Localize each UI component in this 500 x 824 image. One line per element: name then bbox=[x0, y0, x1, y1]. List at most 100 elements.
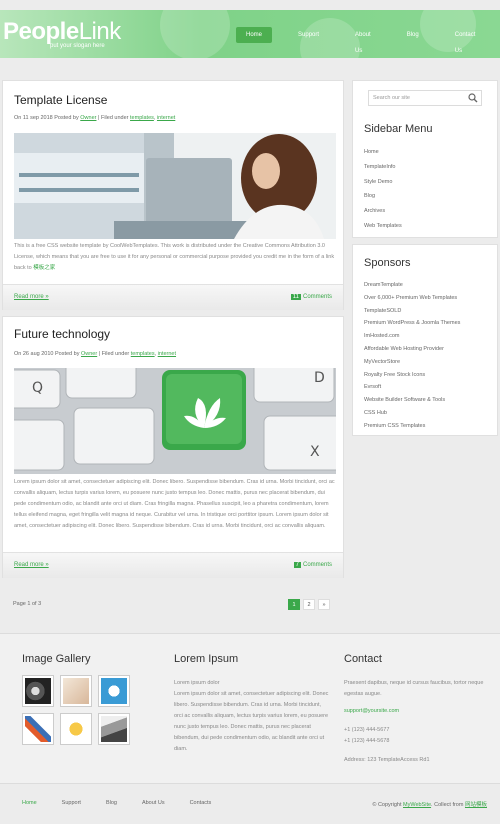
sponsor-name: Evrsoft bbox=[364, 384, 382, 391]
sponsor-item[interactable]: ImHosted.com Affordable Web Hosting Provi… bbox=[364, 330, 460, 356]
nav-blog[interactable]: Blog bbox=[397, 27, 429, 43]
lorem-text: Lorem ipsum dolor sit amet, consectetuer… bbox=[174, 691, 329, 752]
sidebar-item-archives[interactable]: Archives bbox=[364, 208, 402, 223]
read-more-link[interactable]: Read more » bbox=[14, 294, 49, 300]
pagination: 1 2 » bbox=[288, 599, 330, 610]
bottom-widgets: Image Gallery Lorem Ipsum Lorem ipsum do… bbox=[0, 633, 500, 783]
sponsor-desc: Over 6,000+ Premium Web Templates bbox=[364, 294, 458, 301]
tag-link[interactable]: internet bbox=[157, 115, 175, 121]
sponsor-name: ImHosted.com bbox=[364, 333, 400, 340]
site-slogan: put your slogan here bbox=[50, 43, 105, 49]
copyright-site-link[interactable]: MyWebSite bbox=[403, 802, 431, 808]
gallery-thumb[interactable] bbox=[60, 713, 92, 745]
comments-label: Comments bbox=[302, 294, 332, 300]
contact-address: Address: 123 TemplateAccess Rd1 bbox=[344, 757, 430, 763]
sponsor-item[interactable]: CSS Hub Premium CSS Templates bbox=[364, 407, 460, 433]
next-page-button[interactable]: » bbox=[318, 599, 330, 610]
footer-nav: Home Support Blog About Us Contacts bbox=[22, 800, 236, 806]
site-footer: Home Support Blog About Us Contacts © Co… bbox=[0, 783, 500, 824]
post-author-link[interactable]: Owner bbox=[81, 351, 97, 357]
read-more-link[interactable]: Read more » bbox=[14, 562, 49, 568]
header-bubble bbox=[160, 10, 230, 58]
page-2-button[interactable]: 2 bbox=[303, 599, 315, 610]
sponsor-name: CSS Hub bbox=[364, 409, 387, 416]
gallery-thumb[interactable] bbox=[98, 713, 130, 745]
sidebar-item-templateinfo[interactable]: TemplateInfo bbox=[364, 164, 402, 179]
sidebar-item-style-demo[interactable]: Style Demo bbox=[364, 179, 402, 194]
sponsor-desc: Affordable Web Hosting Provider bbox=[364, 345, 444, 352]
comments-link[interactable]: 11 Comments bbox=[290, 294, 332, 300]
comment-count-badge: 7 bbox=[293, 562, 301, 568]
site-logo[interactable]: PeopleLink bbox=[3, 18, 121, 46]
sidebar-menu-title: Sidebar Menu bbox=[364, 123, 433, 135]
post-title[interactable]: Future technology bbox=[14, 327, 110, 341]
sponsor-desc: Website Builder Software & Tools bbox=[364, 397, 446, 404]
page-info: Page 1 of 3 bbox=[13, 601, 42, 607]
gallery-thumb[interactable] bbox=[22, 675, 54, 707]
post-future-technology: Future technology On 26 aug 2010 Posted … bbox=[2, 316, 344, 578]
sponsor-item[interactable]: MyVectorStore Royalty Free Stock Icons bbox=[364, 356, 460, 382]
post-title[interactable]: Template License bbox=[14, 93, 107, 107]
footer-link-home[interactable]: Home bbox=[22, 800, 37, 806]
copyright-source-link[interactable]: 网站模板 bbox=[465, 802, 487, 808]
main-nav: Home Support About Us Blog Contact Us bbox=[236, 27, 500, 54]
svg-text:X: X bbox=[310, 444, 320, 460]
comments-link[interactable]: 7 Comments bbox=[293, 562, 332, 568]
lorem-text-block: Lorem ipsum dolor Lorem ipsum dolor sit … bbox=[174, 678, 330, 755]
sponsor-name: MyVectorStore bbox=[364, 358, 401, 365]
gallery-thumb[interactable] bbox=[98, 675, 130, 707]
sponsor-name: DreamTemplate bbox=[364, 282, 403, 288]
sidebar-item-home[interactable]: Home bbox=[364, 149, 402, 164]
post-author-link[interactable]: Owner bbox=[80, 115, 96, 121]
tag-link[interactable]: templates bbox=[130, 115, 154, 121]
credit-link[interactable]: 模板之家 bbox=[33, 265, 55, 271]
svg-text:D: D bbox=[314, 370, 325, 386]
nav-about-us[interactable]: About Us bbox=[345, 27, 381, 54]
page-1-button[interactable]: 1 bbox=[288, 599, 300, 610]
comments-label: Comments bbox=[302, 562, 332, 568]
footer-link-contacts[interactable]: Contacts bbox=[190, 800, 212, 806]
footer-link-about-us[interactable]: About Us bbox=[142, 800, 165, 806]
footer-link-support[interactable]: Support bbox=[62, 800, 81, 806]
gallery-thumb[interactable] bbox=[60, 675, 92, 707]
sponsor-name: TemplateSOLD bbox=[364, 307, 402, 314]
gallery-thumb[interactable] bbox=[22, 713, 54, 745]
sponsor-desc: Royalty Free Stock Icons bbox=[364, 371, 426, 378]
tag-link[interactable]: internet bbox=[158, 351, 176, 357]
nav-contact-us[interactable]: Contact Us bbox=[445, 27, 486, 54]
post-footer: Read more » 11 Comments bbox=[3, 284, 343, 310]
contact-email-link[interactable]: support@yoursite.com bbox=[344, 708, 399, 714]
search-input[interactable]: Search our site bbox=[368, 90, 482, 106]
post-meta: On 11 sep 2018 Posted by Owner | Filed u… bbox=[14, 115, 176, 121]
search-icon[interactable] bbox=[468, 93, 478, 103]
tag-link[interactable]: templates bbox=[131, 351, 155, 357]
sponsor-item[interactable]: Evrsoft Website Builder Software & Tools bbox=[364, 381, 460, 407]
sponsor-item[interactable]: TemplateSOLD Premium WordPress & Joomla T… bbox=[364, 305, 460, 331]
sidebar-item-web-templates[interactable]: Web Templates bbox=[364, 223, 402, 238]
contact-phone-1: +1 (123) 444-5677 bbox=[344, 727, 390, 733]
search-placeholder: Search our site bbox=[373, 95, 410, 101]
post-meta: On 26 aug 2010 Posted by Owner | Filed u… bbox=[14, 351, 177, 357]
filed-label: Filed under bbox=[101, 351, 130, 357]
post-date: On 11 sep 2018 Posted by bbox=[14, 115, 79, 121]
logo-thin-text: Link bbox=[78, 18, 122, 45]
sidebar-item-blog[interactable]: Blog bbox=[364, 193, 402, 208]
sidebar-menu-list: Home TemplateInfo Style Demo Blog Archiv… bbox=[364, 149, 402, 238]
post-image-green-key-keyboard: Q D X bbox=[14, 368, 336, 474]
sidebar-menu-box: Search our site Sidebar Menu Home Templa… bbox=[352, 80, 498, 238]
sponsor-desc: Premium CSS Templates bbox=[364, 422, 426, 429]
sponsor-item[interactable]: DreamTemplate Over 6,000+ Premium Web Tem… bbox=[364, 279, 460, 305]
post-date: On 26 aug 2010 Posted by bbox=[14, 351, 80, 357]
svg-text:Q: Q bbox=[32, 380, 43, 396]
contact-title: Contact bbox=[344, 653, 382, 665]
comment-count-badge: 11 bbox=[290, 294, 301, 300]
post-body-text: This is a free CSS website template by C… bbox=[14, 243, 335, 271]
logo-bold-text: People bbox=[3, 18, 79, 45]
gallery-title: Image Gallery bbox=[22, 653, 91, 665]
copyright-mid: . Collect from bbox=[431, 802, 464, 808]
nav-home[interactable]: Home bbox=[236, 27, 273, 43]
lorem-title: Lorem Ipsum bbox=[174, 653, 239, 665]
nav-support[interactable]: Support bbox=[288, 27, 329, 43]
footer-link-blog[interactable]: Blog bbox=[106, 800, 117, 806]
sponsor-desc: Premium WordPress & Joomla Themes bbox=[364, 320, 461, 327]
